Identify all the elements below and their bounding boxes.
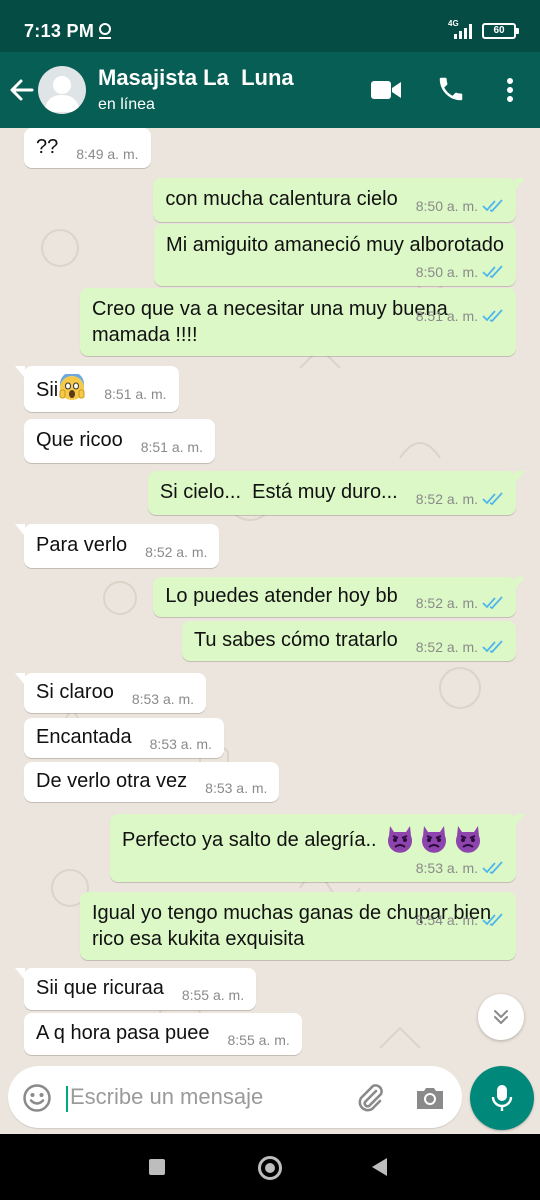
- message-outgoing[interactable]: Mi amiguito amaneció muy alborotado 8:50…: [154, 224, 516, 286]
- text-cursor: [66, 1086, 68, 1112]
- message-time: 8:53 a. m.: [149, 736, 212, 752]
- message-incoming[interactable]: A q hora pasa puee 8:55 a. m.: [24, 1013, 302, 1055]
- double-check-icon: [482, 861, 503, 875]
- double-check-icon: [482, 492, 503, 506]
- message-incoming[interactable]: Para verlo 8:52 a. m.: [14, 524, 220, 568]
- contact-name[interactable]: Masajista La Luna: [98, 65, 294, 91]
- phone-icon[interactable]: [436, 74, 466, 104]
- message-text: Creo que va a necesitar una muy buena ma…: [92, 298, 454, 346]
- message-time: 8:53 a. m.: [131, 691, 195, 707]
- location-icon: [99, 23, 111, 39]
- message-outgoing[interactable]: Perfecto ya salto de alegría.. 8:53 a. m…: [110, 814, 525, 882]
- mic-icon: [491, 1085, 513, 1111]
- message-time: 8:52 a. m.: [415, 595, 478, 611]
- paperclip-icon[interactable]: [354, 1082, 386, 1114]
- battery-level: 60: [493, 25, 505, 36]
- battery-icon: 60: [482, 23, 519, 39]
- message-outgoing[interactable]: con mucha calentura cielo 8:50 a. m.: [153, 178, 525, 222]
- message-outgoing[interactable]: Si cielo... Está muy duro... 8:52 a. m.: [147, 471, 526, 515]
- system-navigation-bar: [0, 1134, 540, 1200]
- scroll-to-bottom-button[interactable]: [478, 994, 524, 1040]
- double-check-icon: [482, 596, 503, 610]
- message-time: 8:52 a. m.: [415, 491, 478, 507]
- angry-devil-icon: [422, 826, 447, 853]
- message-text: con mucha calentura cielo: [165, 188, 398, 210]
- signal-icon: [454, 24, 472, 39]
- message-text: Sii: [36, 379, 59, 401]
- message-incoming[interactable]: Que ricoo 8:51 a. m.: [24, 419, 215, 463]
- message-outgoing[interactable]: Tu sabes cómo tratarlo 8:52 a. m.: [181, 621, 516, 661]
- angry-devil-icon: [388, 826, 413, 853]
- message-time: 8:53 a. m.: [205, 780, 268, 796]
- default-avatar-icon: [44, 76, 80, 112]
- message-text: Mi amiguito amaneció muy alborotado: [166, 234, 504, 256]
- double-chevron-down-icon: [494, 1010, 508, 1024]
- message-text: Encantada: [36, 726, 132, 748]
- chat-header: Masajista La Luna en línea: [0, 52, 540, 128]
- message-text: Sii que ricuraa: [36, 977, 164, 999]
- message-time: 8:50 a. m.: [415, 198, 478, 214]
- status-time: 7:13 PM: [24, 21, 95, 41]
- message-incoming[interactable]: De verlo otra vez 8:53 a. m.: [24, 762, 280, 802]
- home-button[interactable]: [258, 1156, 282, 1180]
- message-time: 8:52 a. m.: [145, 544, 208, 560]
- back-button[interactable]: [372, 1158, 387, 1176]
- chat-area[interactable]: ?? 8:49 a. m. con mucha calentura cielo …: [0, 128, 540, 1134]
- message-time: 8:55 a. m.: [181, 987, 245, 1003]
- mic-button[interactable]: [470, 1066, 534, 1130]
- double-check-icon: [482, 199, 503, 213]
- arrow-left-icon[interactable]: [8, 76, 36, 104]
- camera-icon[interactable]: [414, 1082, 446, 1114]
- message-incoming[interactable]: Si claroo 8:53 a. m.: [14, 673, 207, 713]
- message-time: 8:55 a. m.: [227, 1032, 290, 1048]
- double-check-icon: [482, 309, 503, 323]
- message-text: A q hora pasa puee: [36, 1022, 210, 1044]
- message-time: 8:49 a. m.: [76, 146, 139, 162]
- message-composer: [0, 1060, 540, 1134]
- emoji-icon[interactable]: [22, 1083, 52, 1113]
- message-time: 8:52 a. m.: [415, 639, 478, 655]
- message-input[interactable]: [70, 1082, 350, 1112]
- contact-status: en línea: [98, 96, 155, 113]
- more-vert-icon[interactable]: [498, 76, 522, 104]
- message-outgoing[interactable]: Igual yo tengo muchas ganas de chupar bi…: [80, 892, 516, 960]
- message-time: 8:51 a. m.: [104, 386, 167, 402]
- message-text: Tu sabes cómo tratarlo: [193, 629, 398, 651]
- message-text: ??: [36, 136, 59, 158]
- message-text: Que ricoo: [36, 429, 123, 451]
- message-incoming[interactable]: Sii 8:51 a. m.: [15, 366, 179, 412]
- message-text: Si cielo... Está muy duro...: [159, 481, 398, 503]
- message-time: 8:54 a. m.: [415, 912, 478, 928]
- message-time: 8:51 a. m.: [140, 439, 203, 455]
- recents-button[interactable]: [149, 1159, 165, 1175]
- message-text: Lo puedes atender hoy bb: [165, 585, 398, 607]
- avatar[interactable]: [38, 66, 86, 114]
- message-input-container[interactable]: [8, 1066, 462, 1128]
- face-screaming-in-fear-icon: [59, 374, 85, 400]
- message-time: 8:53 a. m.: [415, 860, 478, 876]
- message-outgoing[interactable]: Lo puedes atender hoy bb 8:52 a. m.: [153, 577, 525, 617]
- message-incoming[interactable]: ?? 8:49 a. m.: [24, 128, 151, 168]
- double-check-icon: [482, 913, 503, 927]
- message-time: 8:50 a. m.: [415, 264, 478, 280]
- double-check-icon: [482, 265, 503, 279]
- message-text: Para verlo: [36, 534, 128, 556]
- message-incoming[interactable]: Sii que ricuraa 8:55 a. m.: [14, 968, 257, 1010]
- message-outgoing[interactable]: Creo que va a necesitar una muy buena ma…: [80, 288, 516, 356]
- message-incoming[interactable]: Encantada 8:53 a. m.: [24, 718, 224, 758]
- angry-devil-icon: [456, 826, 481, 853]
- double-check-icon: [482, 640, 503, 654]
- message-time: 8:51 a. m.: [415, 308, 478, 324]
- status-bar: 7:13 PM 4G 60: [0, 0, 540, 52]
- message-text: De verlo otra vez: [36, 770, 188, 792]
- message-text: Perfecto ya salto de alegría..: [122, 829, 377, 851]
- video-call-icon[interactable]: [370, 78, 402, 102]
- message-text: Si claroo: [36, 681, 114, 703]
